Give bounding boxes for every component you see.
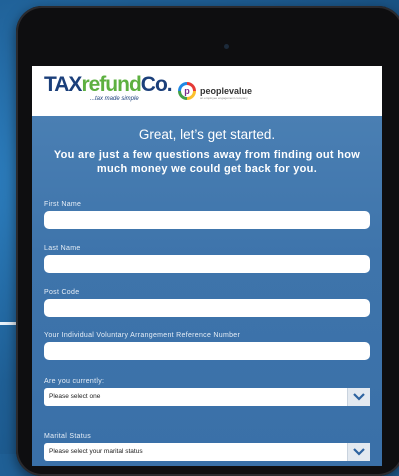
logo-text-co: Co.	[140, 73, 173, 96]
post-code-field[interactable]	[44, 299, 370, 317]
peoplevalue-name: peoplevalue	[200, 86, 253, 96]
current-status-group: Are you currently: Please select one	[44, 378, 370, 406]
logo-tagline: ...tax made simple	[90, 96, 139, 102]
marital-status-label: Marital Status	[44, 433, 91, 440]
peoplevalue-tagline: an employee engagement company	[200, 96, 248, 100]
taxrefundco-logo[interactable]: TAXrefundCo.	[44, 73, 173, 96]
camera-icon	[224, 44, 229, 49]
logo-text-tax: TAX	[44, 73, 82, 96]
last-name-group: Last Name	[44, 245, 370, 273]
iva-reference-group: Your Individual Voluntary Arrangement Re…	[44, 332, 370, 360]
peoplevalue-icon-letter: p	[181, 85, 193, 97]
iva-reference-label: Your Individual Voluntary Arrangement Re…	[44, 332, 241, 339]
header: TAXrefundCo. ...tax made simple p people…	[32, 66, 382, 116]
first-name-group: First Name	[44, 201, 370, 229]
current-status-select[interactable]: Please select one	[44, 388, 370, 406]
current-status-value: Please select one	[49, 393, 101, 400]
form-heading: Great, let’s get started.	[138, 127, 276, 142]
current-status-label: Are you currently:	[44, 378, 105, 385]
marital-status-select[interactable]: Please select your marital status	[44, 443, 370, 461]
peoplevalue-icon: p	[178, 82, 196, 100]
post-code-label: Post Code	[44, 289, 80, 296]
last-name-label: Last Name	[44, 245, 81, 252]
chevron-down-icon[interactable]	[347, 443, 370, 461]
first-name-field[interactable]	[44, 211, 370, 229]
tablet-screen: TAXrefundCo. ...tax made simple p people…	[32, 66, 382, 466]
signup-form: Great, let’s get started. You are just a…	[32, 116, 382, 466]
first-name-label: First Name	[44, 201, 82, 208]
last-name-field[interactable]	[44, 255, 370, 273]
peoplevalue-logo[interactable]: p peoplevalue an employee engagement com…	[178, 82, 252, 100]
form-subheading: You are just a few questions away from f…	[53, 149, 361, 175]
chevron-down-icon[interactable]	[347, 388, 370, 406]
iva-reference-field[interactable]	[44, 342, 370, 360]
post-code-group: Post Code	[44, 289, 370, 317]
marital-status-group: Marital Status Please select your marita…	[44, 433, 370, 461]
logo-text-refund: refund	[81, 73, 141, 96]
